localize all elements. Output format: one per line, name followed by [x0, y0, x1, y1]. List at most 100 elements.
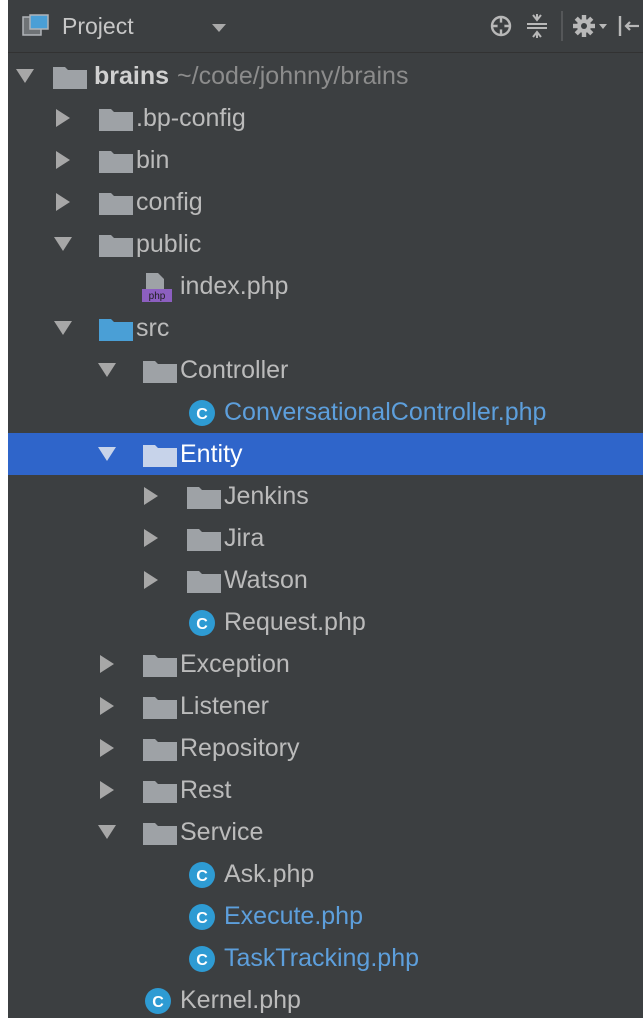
php-file-icon: php [142, 273, 172, 302]
tree-item-label: Jira [224, 524, 265, 552]
project-view-icon [22, 14, 49, 36]
tree-item-rest[interactable]: Rest [8, 769, 643, 811]
chevron-down-icon[interactable] [16, 69, 34, 83]
tree-item-label: Kernel.php [180, 986, 301, 1014]
tree-item-bp-config[interactable]: .bp-config [8, 97, 643, 139]
svg-text:C: C [196, 406, 208, 423]
svg-text:C: C [196, 868, 208, 885]
tree-item-watson[interactable]: Watson [8, 559, 643, 601]
folder-icon [143, 739, 177, 761]
collapse-all-button[interactable] [519, 8, 555, 44]
tree-item-ask-php[interactable]: C Ask.php [8, 853, 643, 895]
chevron-down-icon[interactable] [54, 237, 72, 251]
svg-text:C: C [196, 616, 208, 633]
chevron-down-icon[interactable] [98, 363, 116, 377]
folder-icon [99, 235, 133, 257]
folder-icon [99, 109, 133, 131]
tree-item-label: Controller [180, 356, 289, 384]
tree-item-conversational-controller[interactable]: C ConversationalController.php [8, 391, 643, 433]
project-toolbar: Project [8, 0, 643, 53]
hide-button[interactable] [613, 8, 643, 44]
class-icon: C [189, 610, 215, 636]
tree-item-label: Repository [180, 734, 300, 762]
tree-item-label: Watson [224, 566, 308, 594]
chevron-right-icon[interactable] [100, 781, 114, 799]
tree-item-config[interactable]: config [8, 181, 643, 223]
project-view-selector[interactable]: Project [22, 13, 226, 40]
tree-item-index-php[interactable]: php index.php [8, 265, 643, 307]
tree-item-request-php[interactable]: C Request.php [8, 601, 643, 643]
svg-text:C: C [196, 952, 208, 969]
tree-item-label: brains [94, 62, 170, 90]
class-icon: C [189, 400, 215, 426]
tree-item-label: TaskTracking.php [224, 944, 419, 972]
project-tree: brains ~/code/johnny/brains .bp-config bi… [8, 55, 643, 1018]
tree-item-label: public [136, 230, 202, 258]
tree-item-kernel-php[interactable]: C Kernel.php [8, 979, 643, 1018]
chevron-right-icon[interactable] [56, 151, 70, 169]
dropdown-icon[interactable] [211, 24, 226, 32]
class-icon: C [145, 988, 171, 1014]
tree-item-label: config [136, 188, 203, 216]
tree-item-label: Exception [180, 650, 290, 678]
class-icon: C [189, 862, 215, 888]
chevron-right-icon[interactable] [56, 109, 70, 127]
tree-item-jenkins[interactable]: Jenkins [8, 475, 643, 517]
tree-item-controller[interactable]: Controller [8, 349, 643, 391]
chevron-right-icon[interactable] [100, 739, 114, 757]
folder-icon [143, 781, 177, 803]
tree-item-label: index.php [180, 272, 289, 300]
tree-item-repository[interactable]: Repository [8, 727, 643, 769]
tree-item-execute-php[interactable]: C Execute.php [8, 895, 643, 937]
hide-icon [618, 16, 639, 36]
folder-icon [53, 67, 87, 89]
tree-item-label: ConversationalController.php [224, 398, 547, 426]
chevron-down-icon[interactable] [98, 825, 116, 839]
tree-item-label: Execute.php [224, 902, 363, 930]
tree-item-exception[interactable]: Exception [8, 643, 643, 685]
chevron-right-icon[interactable] [56, 193, 70, 211]
tree-item-entity[interactable]: Entity [8, 433, 643, 475]
collapse-all-icon [527, 14, 547, 38]
folder-icon [187, 487, 221, 509]
folder-icon [187, 571, 221, 593]
folder-icon [143, 655, 177, 677]
chevron-down-icon[interactable] [98, 447, 116, 461]
settings-button[interactable] [569, 8, 613, 44]
chevron-down-icon[interactable] [54, 321, 72, 335]
folder-icon [143, 445, 177, 467]
chevron-right-icon[interactable] [100, 655, 114, 673]
project-path: ~/code/johnny/brains [177, 62, 409, 90]
folder-icon [143, 697, 177, 719]
tree-item-label: Jenkins [224, 482, 309, 510]
tree-item-label: Service [180, 818, 264, 846]
settings-icon [573, 15, 607, 37]
tree-item-label: Request.php [224, 608, 366, 636]
source-folder-icon [99, 319, 133, 341]
folder-icon [187, 529, 221, 551]
toolbar-separator [561, 11, 563, 41]
tree-item-label: Entity [180, 440, 243, 468]
tree-item-bin[interactable]: bin [8, 139, 643, 181]
svg-text:php: php [149, 291, 166, 302]
chevron-right-icon[interactable] [144, 571, 158, 589]
chevron-right-icon[interactable] [100, 697, 114, 715]
tree-item-jira[interactable]: Jira [8, 517, 643, 559]
folder-icon [99, 193, 133, 215]
tree-item-service[interactable]: Service [8, 811, 643, 853]
chevron-right-icon[interactable] [144, 487, 158, 505]
chevron-right-icon[interactable] [144, 529, 158, 547]
folder-icon [143, 823, 177, 845]
project-view-label: Project [62, 12, 134, 39]
tree-item-src[interactable]: src [8, 307, 643, 349]
tree-item-label: src [136, 314, 170, 342]
tree-item-public[interactable]: public [8, 223, 643, 265]
folder-icon [99, 151, 133, 173]
tree-item-brains[interactable]: brains ~/code/johnny/brains [8, 55, 643, 97]
tree-item-listener[interactable]: Listener [8, 685, 643, 727]
class-icon: C [189, 946, 215, 972]
class-icon: C [189, 904, 215, 930]
svg-text:C: C [152, 994, 164, 1011]
tree-item-tasktracking-php[interactable]: C TaskTracking.php [8, 937, 643, 979]
locate-button[interactable] [483, 8, 519, 44]
